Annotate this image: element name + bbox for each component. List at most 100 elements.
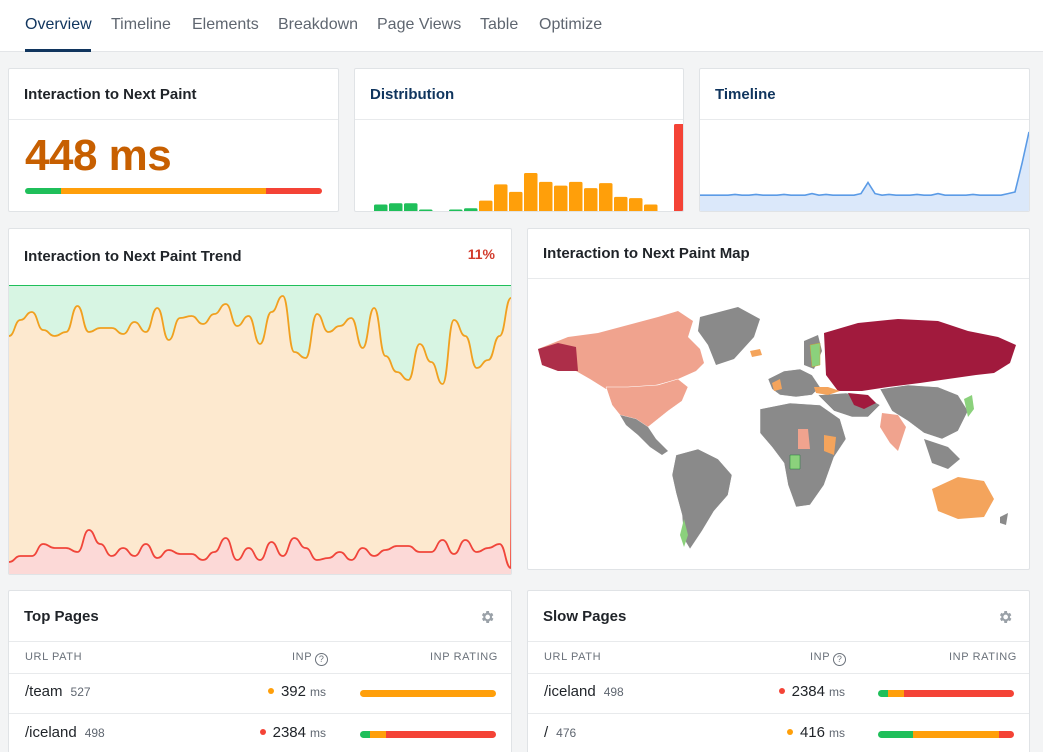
inp-number: 2384 (791, 683, 825, 700)
table-row[interactable]: /iceland 498 2384 ms (528, 673, 1029, 713)
timeline-sparkline (700, 131, 1029, 211)
map-region-gabon[interactable] (789, 454, 801, 470)
tab-timeline[interactable]: Timeline (111, 15, 171, 35)
column-header-inp-rating[interactable]: INP RATING (430, 651, 498, 663)
column-header-url-path[interactable]: URL PATH (544, 651, 601, 663)
tab-table[interactable]: Table (480, 15, 518, 35)
column-header-inp-rating[interactable]: INP RATING (949, 651, 1017, 663)
rating-good-segment (878, 731, 914, 738)
distribution-bar[interactable] (599, 183, 613, 212)
rating-needs-improvement-segment (913, 731, 1000, 738)
tab-breakdown[interactable]: Breakdown (278, 15, 358, 35)
map-region-greenland[interactable] (698, 307, 760, 365)
distribution-bar[interactable] (569, 181, 583, 212)
inp-score-bar (25, 188, 322, 194)
distribution-bar[interactable] (674, 124, 684, 212)
card-title: Interaction to Next Paint Trend (24, 248, 242, 265)
url-path: /team (25, 683, 63, 700)
timeline-title[interactable]: Timeline (715, 85, 776, 105)
map-region-nigeria-region[interactable] (798, 429, 810, 449)
distribution-bar[interactable] (524, 173, 538, 212)
url-path: /iceland (544, 683, 596, 700)
distribution-bar[interactable] (494, 184, 508, 212)
help-icon[interactable]: ? (833, 653, 847, 666)
distribution-bar[interactable] (554, 185, 568, 212)
row-path[interactable]: /iceland 498 (544, 683, 624, 700)
distribution-bar[interactable] (509, 191, 523, 212)
map-region-russia[interactable] (824, 319, 1016, 391)
page-view-count: 498 (84, 726, 105, 740)
tab-elements[interactable]: Elements (192, 15, 259, 35)
map-region-australia[interactable] (932, 477, 994, 519)
table-row[interactable]: /team 527 392 ms (9, 673, 511, 713)
distribution-title[interactable]: Distribution (370, 85, 454, 105)
distribution-bar[interactable] (404, 203, 418, 212)
card-title: Top Pages (24, 608, 99, 625)
map-region-finland[interactable] (809, 342, 821, 368)
rating-good-segment (878, 690, 888, 697)
distribution-histogram (374, 124, 684, 212)
row-inp-value: 2384 ms (778, 683, 845, 700)
table-row[interactable]: /iceland 498 2384 ms (9, 714, 511, 752)
distribution-bar[interactable] (374, 204, 388, 212)
column-header-url-path[interactable]: URL PATH (25, 651, 82, 663)
tab-optimize[interactable]: Optimize (539, 15, 602, 35)
page-view-count: 527 (70, 685, 91, 699)
status-dot (778, 688, 785, 694)
distribution-bar[interactable] (464, 208, 478, 212)
rating-needs-improvement-segment (369, 731, 386, 738)
map-region-africa[interactable] (759, 402, 847, 508)
inp-trend-card: Interaction to Next Paint Trend 11% (8, 228, 512, 575)
slow-pages-card: Slow Pages URL PATH INP? INP RATING /ice… (527, 590, 1030, 752)
status-dot (259, 729, 266, 735)
column-header-inp[interactable]: INP? (292, 651, 329, 666)
row-inp-value: 392 ms (267, 683, 326, 700)
inp-unit: ms (310, 726, 326, 740)
card-title: Slow Pages (543, 608, 627, 625)
score-bar-needs-improvement-segment (60, 188, 266, 194)
distribution-bar[interactable] (584, 188, 598, 212)
column-header-label: INP (292, 651, 313, 663)
rating-poor-segment (999, 731, 1014, 738)
top-pages-card: Top Pages URL PATH INP? INP RATING /team… (8, 590, 512, 752)
row-path[interactable]: /team 527 (25, 683, 91, 700)
map-region-iceland[interactable] (750, 349, 762, 357)
row-path[interactable]: / 476 (544, 724, 576, 741)
status-dot (786, 729, 793, 735)
inp-unit: ms (310, 685, 326, 699)
distribution-bar[interactable] (449, 209, 463, 212)
inp-unit: ms (829, 685, 845, 699)
map-region-southeast-asia[interactable] (924, 439, 960, 469)
gear-icon[interactable] (997, 609, 1013, 625)
gear-icon[interactable] (479, 609, 495, 625)
rating-poor-segment (385, 731, 496, 738)
tab-overview[interactable]: Overview (25, 15, 92, 35)
row-inp-value: 416 ms (786, 724, 845, 741)
distribution-bar[interactable] (479, 200, 493, 212)
distribution-bar[interactable] (419, 209, 433, 212)
map-region-india[interactable] (880, 413, 906, 451)
tab-page-views[interactable]: Page Views (377, 15, 461, 35)
distribution-bar[interactable] (614, 196, 628, 212)
distribution-bar[interactable] (389, 203, 403, 212)
map-region-alaska[interactable] (538, 343, 578, 371)
map-region-new-zealand[interactable] (1000, 513, 1008, 525)
page-view-count: 476 (556, 726, 577, 740)
row-path[interactable]: /iceland 498 (25, 724, 105, 741)
inp-rating-bar (878, 731, 1014, 738)
inp-unit: ms (829, 726, 845, 740)
distribution-bar[interactable] (644, 204, 658, 212)
help-icon[interactable]: ? (315, 653, 329, 666)
inp-metric-card: Interaction to Next Paint 448 ms (8, 68, 339, 212)
table-row[interactable]: / 476 416 ms (528, 714, 1029, 752)
inp-value: 448 ms (25, 131, 172, 180)
distribution-bar[interactable] (539, 181, 553, 212)
rating-needs-improvement-segment (360, 690, 496, 697)
distribution-card[interactable]: Distribution (354, 68, 684, 212)
card-title: Interaction to Next Paint Map (543, 245, 750, 262)
timeline-card[interactable]: Timeline (699, 68, 1030, 212)
column-header-inp[interactable]: INP? (810, 651, 847, 666)
url-path: /iceland (25, 724, 77, 741)
distribution-bar[interactable] (629, 198, 643, 212)
inp-number: 2384 (272, 724, 306, 741)
